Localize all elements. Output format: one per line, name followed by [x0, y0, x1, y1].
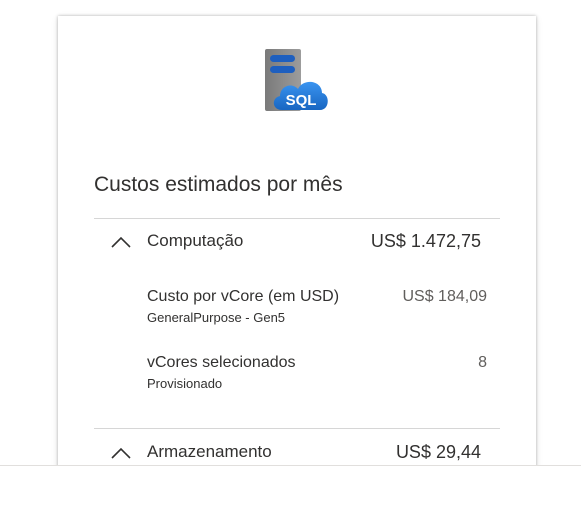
bottom-bar: [0, 465, 581, 505]
section-label: Armazenamento: [147, 442, 272, 461]
item-sublabel: GeneralPurpose - Gen5: [147, 310, 286, 325]
item-label: vCores selecionados: [147, 354, 296, 371]
chevron-up-icon[interactable]: [110, 235, 132, 249]
chevron-up-icon[interactable]: [110, 446, 132, 460]
sql-database-icon: SQL: [265, 49, 328, 111]
divider: [94, 428, 500, 429]
section-header-compute[interactable]: Computação US$ 1.472,75: [94, 228, 500, 258]
page-title: Custos estimados por mês: [94, 173, 343, 196]
logo-text: SQL: [286, 92, 317, 109]
divider: [94, 218, 500, 219]
estimated-costs-panel: SQL Custos estimados por mês Computação …: [58, 16, 536, 486]
item-sublabel: Provisionado: [147, 376, 223, 391]
section-label: Computação: [147, 231, 244, 250]
item-value: US$ 184,09: [402, 288, 487, 305]
item-label: Custo por vCore (em USD): [147, 288, 340, 305]
section-amount: US$ 29,44: [395, 442, 481, 462]
list-item-selected-vcores: vCores selecionados Provisionado 8: [147, 354, 487, 396]
item-value: 8: [478, 354, 487, 371]
list-item-cost-per-vcore: Custo por vCore (em USD) GeneralPurpose …: [147, 288, 487, 330]
section-amount: US$ 1.472,75: [370, 231, 481, 251]
